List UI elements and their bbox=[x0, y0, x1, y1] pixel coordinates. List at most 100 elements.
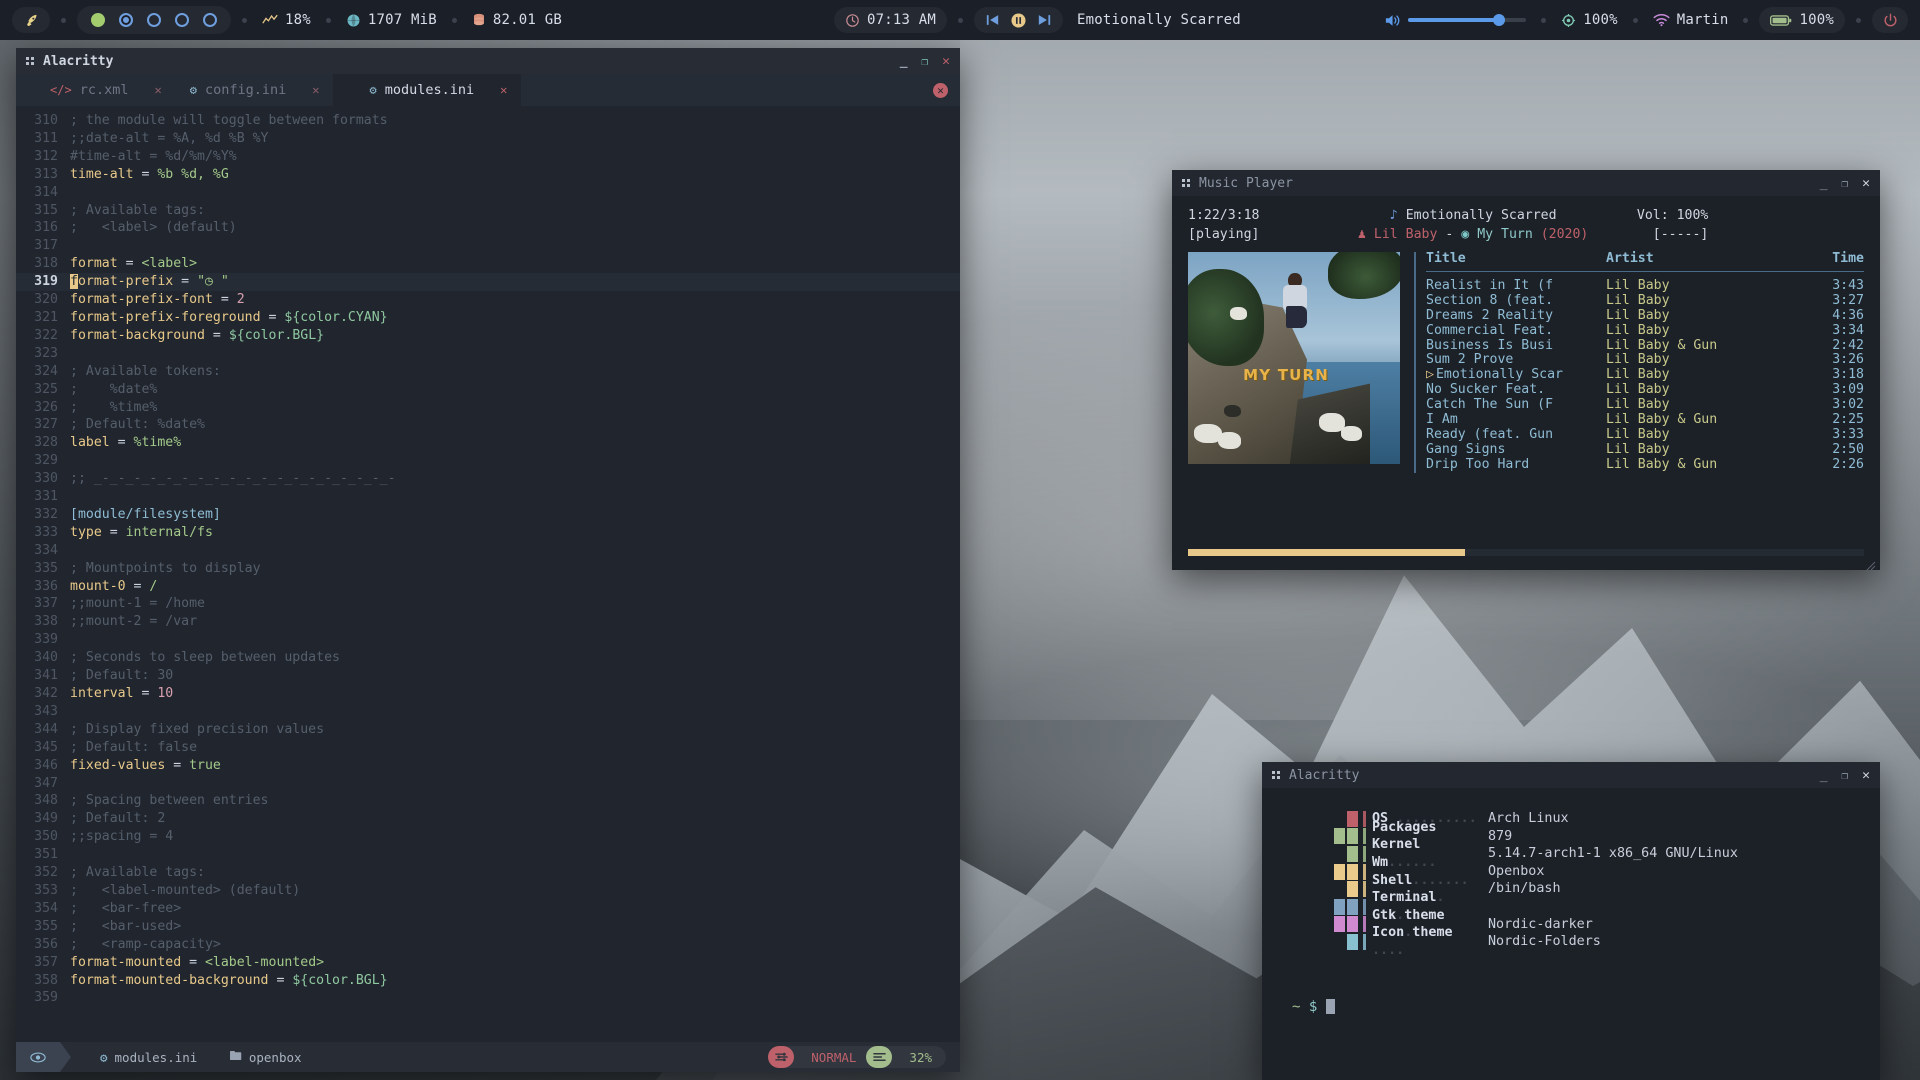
code-line[interactable]: 327 ; Default: %date% bbox=[16, 416, 960, 434]
playlist-row[interactable]: Catch The Sun (F Lil Baby 3:02 bbox=[1426, 397, 1864, 413]
code-line[interactable]: 338 ;;mount-2 = /var bbox=[16, 613, 960, 631]
playlist-row[interactable]: Sum 2 Prove Lil Baby 3:26 bbox=[1426, 353, 1864, 368]
pause-icon[interactable] bbox=[1011, 12, 1026, 28]
editor-tab-modules-ini[interactable]: ⚙ modules.ini ✕ bbox=[355, 74, 522, 106]
code-line[interactable]: 339 bbox=[16, 631, 960, 649]
neofetch-close-button[interactable]: ✕ bbox=[1862, 768, 1870, 783]
neofetch-terminal-window[interactable]: Alacritty _ ❐ ✕ OS .......... Arch Linux P… bbox=[1262, 762, 1880, 1080]
code-line[interactable]: 336 mount-0 = / bbox=[16, 578, 960, 596]
workspace-1[interactable] bbox=[91, 13, 105, 27]
code-line[interactable]: 323 bbox=[16, 345, 960, 363]
code-line[interactable]: 341 ; Default: 30 bbox=[16, 667, 960, 685]
editor-mode-indicator[interactable]: NORMAL bbox=[768, 1046, 866, 1068]
code-line[interactable]: 331 bbox=[16, 488, 960, 506]
code-line[interactable]: 316 ; <label> (default) bbox=[16, 219, 960, 237]
shell-prompt[interactable]: ~ $ bbox=[1262, 998, 1880, 1017]
playlist-row[interactable]: Business Is Busi Lil Baby & Gun 2:42 bbox=[1426, 338, 1864, 354]
network-module[interactable]: Martin bbox=[1649, 7, 1733, 33]
playlist-row[interactable]: Realist in It (f Lil Baby 3:43 bbox=[1426, 278, 1864, 294]
editor-scroll-indicator[interactable]: 32% bbox=[866, 1046, 942, 1068]
editor-tab-close[interactable]: ✕ bbox=[154, 83, 161, 97]
workspace-5[interactable] bbox=[203, 13, 217, 27]
code-line[interactable]: 333 type = internal/fs bbox=[16, 524, 960, 542]
editor-code-area[interactable]: 310 ; the module will toggle between form… bbox=[16, 106, 960, 1042]
playlist-row[interactable]: Drip Too Hard Lil Baby & Gun 2:26 bbox=[1426, 457, 1864, 473]
code-line[interactable]: 356 ; <ramp-capacity> bbox=[16, 936, 960, 954]
code-line[interactable]: 335 ; Mountpoints to display bbox=[16, 560, 960, 578]
music-maximize-button[interactable]: ❐ bbox=[1842, 177, 1849, 190]
workspace-2[interactable] bbox=[119, 13, 133, 27]
code-line[interactable]: 313 time-alt = %b %d, %G bbox=[16, 166, 960, 184]
code-line[interactable]: 353 ; <label-mounted> (default) bbox=[16, 882, 960, 900]
code-line[interactable]: 352 ; Available tags: bbox=[16, 864, 960, 882]
code-line[interactable]: 328 label = %time% bbox=[16, 434, 960, 452]
brightness-module[interactable]: 100% bbox=[1557, 7, 1622, 33]
code-line[interactable]: 359 bbox=[16, 989, 960, 1007]
code-line[interactable]: 321 format-prefix-foreground = ${color.CY… bbox=[16, 309, 960, 327]
music-progress-bar[interactable] bbox=[1188, 549, 1864, 556]
code-line[interactable]: 343 bbox=[16, 703, 960, 721]
code-line[interactable]: 349 ; Default: 2 bbox=[16, 810, 960, 828]
code-line[interactable]: 322 format-background = ${color.BGL} bbox=[16, 327, 960, 345]
resize-grip[interactable] bbox=[1866, 556, 1876, 571]
code-line[interactable]: 344 ; Display fixed precision values bbox=[16, 721, 960, 739]
editor-error-badge[interactable]: ✕ bbox=[933, 82, 948, 98]
volume-knob[interactable] bbox=[1493, 14, 1506, 26]
music-player-titlebar[interactable]: Music Player _ ❐ ✕ bbox=[1172, 170, 1880, 196]
code-line[interactable]: 347 bbox=[16, 775, 960, 793]
next-track-icon[interactable] bbox=[1038, 14, 1051, 26]
editor-close-button[interactable]: ✕ bbox=[942, 54, 950, 69]
code-line[interactable]: 315 ; Available tags: bbox=[16, 202, 960, 220]
launcher-button[interactable] bbox=[12, 7, 50, 33]
cpu-module[interactable]: 18% bbox=[258, 7, 315, 33]
code-line[interactable]: 325 ; %date% bbox=[16, 381, 960, 399]
power-button[interactable] bbox=[1872, 7, 1908, 33]
neofetch-body[interactable]: OS .......... Arch Linux Packages ...... 87… bbox=[1262, 788, 1880, 1080]
editor-maximize-button[interactable]: ❐ bbox=[922, 55, 929, 68]
playlist-row[interactable]: No Sucker Feat. Lil Baby 3:09 bbox=[1426, 382, 1864, 398]
battery-module[interactable]: 100% bbox=[1759, 7, 1845, 33]
code-line[interactable]: 320 format-prefix-font = 2 bbox=[16, 291, 960, 309]
disk-module[interactable]: 82.01 GB bbox=[468, 7, 566, 33]
code-line[interactable]: 311 ;;date-alt = %A, %d %B %Y bbox=[16, 130, 960, 148]
neofetch-titlebar[interactable]: Alacritty _ ❐ ✕ bbox=[1262, 762, 1880, 788]
editor-status-folder[interactable]: 🖿 openbox bbox=[213, 1047, 317, 1068]
editor-status-file[interactable]: ⚙ modules.ini bbox=[84, 1050, 213, 1065]
editor-window[interactable]: Alacritty _ ❐ ✕ </> rc.xml ✕ ⚙ config.in… bbox=[16, 48, 960, 1072]
playlist-row[interactable]: ▷ Emotionally Scar Lil Baby 3:18 bbox=[1426, 367, 1864, 383]
eye-icon[interactable] bbox=[16, 1042, 71, 1072]
code-line[interactable]: 332 [module/filesystem] bbox=[16, 506, 960, 524]
music-minimize-button[interactable]: _ bbox=[1820, 176, 1828, 191]
code-line[interactable]: 314 bbox=[16, 184, 960, 202]
editor-tab-close[interactable]: ✕ bbox=[312, 83, 319, 97]
code-line[interactable]: 329 bbox=[16, 452, 960, 470]
code-line[interactable]: 334 bbox=[16, 542, 960, 560]
code-line[interactable]: 348 ; Spacing between entries bbox=[16, 792, 960, 810]
code-line[interactable]: 354 ; <bar-free> bbox=[16, 900, 960, 918]
editor-tab-close[interactable]: ✕ bbox=[500, 83, 507, 97]
playlist-row[interactable]: Commercial Feat. Lil Baby 3:34 bbox=[1426, 323, 1864, 339]
code-line[interactable]: 355 ; <bar-used> bbox=[16, 918, 960, 936]
code-line[interactable]: 350 ;;spacing = 4 bbox=[16, 828, 960, 846]
code-line[interactable]: 330 ;; _-_-_-_-_-_-_-_-_-_-_-_-_-_-_-_-_-… bbox=[16, 470, 960, 488]
editor-tab-config-ini[interactable]: ⚙ config.ini ✕ bbox=[175, 74, 334, 106]
code-line[interactable]: 312 #time-alt = %d/%m/%Y% bbox=[16, 148, 960, 166]
code-line[interactable]: 346 fixed-values = true bbox=[16, 757, 960, 775]
volume-track[interactable] bbox=[1408, 14, 1527, 26]
clock-module[interactable]: 07:13 AM bbox=[833, 7, 947, 33]
music-close-button[interactable]: ✕ bbox=[1862, 176, 1870, 191]
workspace-3[interactable] bbox=[147, 13, 161, 27]
code-line[interactable]: 340 ; Seconds to sleep between updates bbox=[16, 649, 960, 667]
playlist-row[interactable]: Section 8 (feat. Lil Baby 3:27 bbox=[1426, 293, 1864, 309]
code-line[interactable]: 342 interval = 10 bbox=[16, 685, 960, 703]
code-line[interactable]: 345 ; Default: false bbox=[16, 739, 960, 757]
code-line[interactable]: 337 ;;mount-1 = /home bbox=[16, 595, 960, 613]
music-player-window[interactable]: Music Player _ ❐ ✕ 1:22/3:18 [playing] ♪… bbox=[1172, 170, 1880, 571]
neofetch-minimize-button[interactable]: _ bbox=[1820, 768, 1828, 783]
code-line[interactable]: 324 ; Available tokens: bbox=[16, 363, 960, 381]
code-line[interactable]: 351 bbox=[16, 846, 960, 864]
volume-slider[interactable] bbox=[1408, 14, 1527, 26]
editor-minimize-button[interactable]: _ bbox=[900, 54, 908, 69]
code-line[interactable]: 317 bbox=[16, 237, 960, 255]
playlist-row[interactable]: I Am Lil Baby & Gun 2:25 bbox=[1426, 412, 1864, 428]
